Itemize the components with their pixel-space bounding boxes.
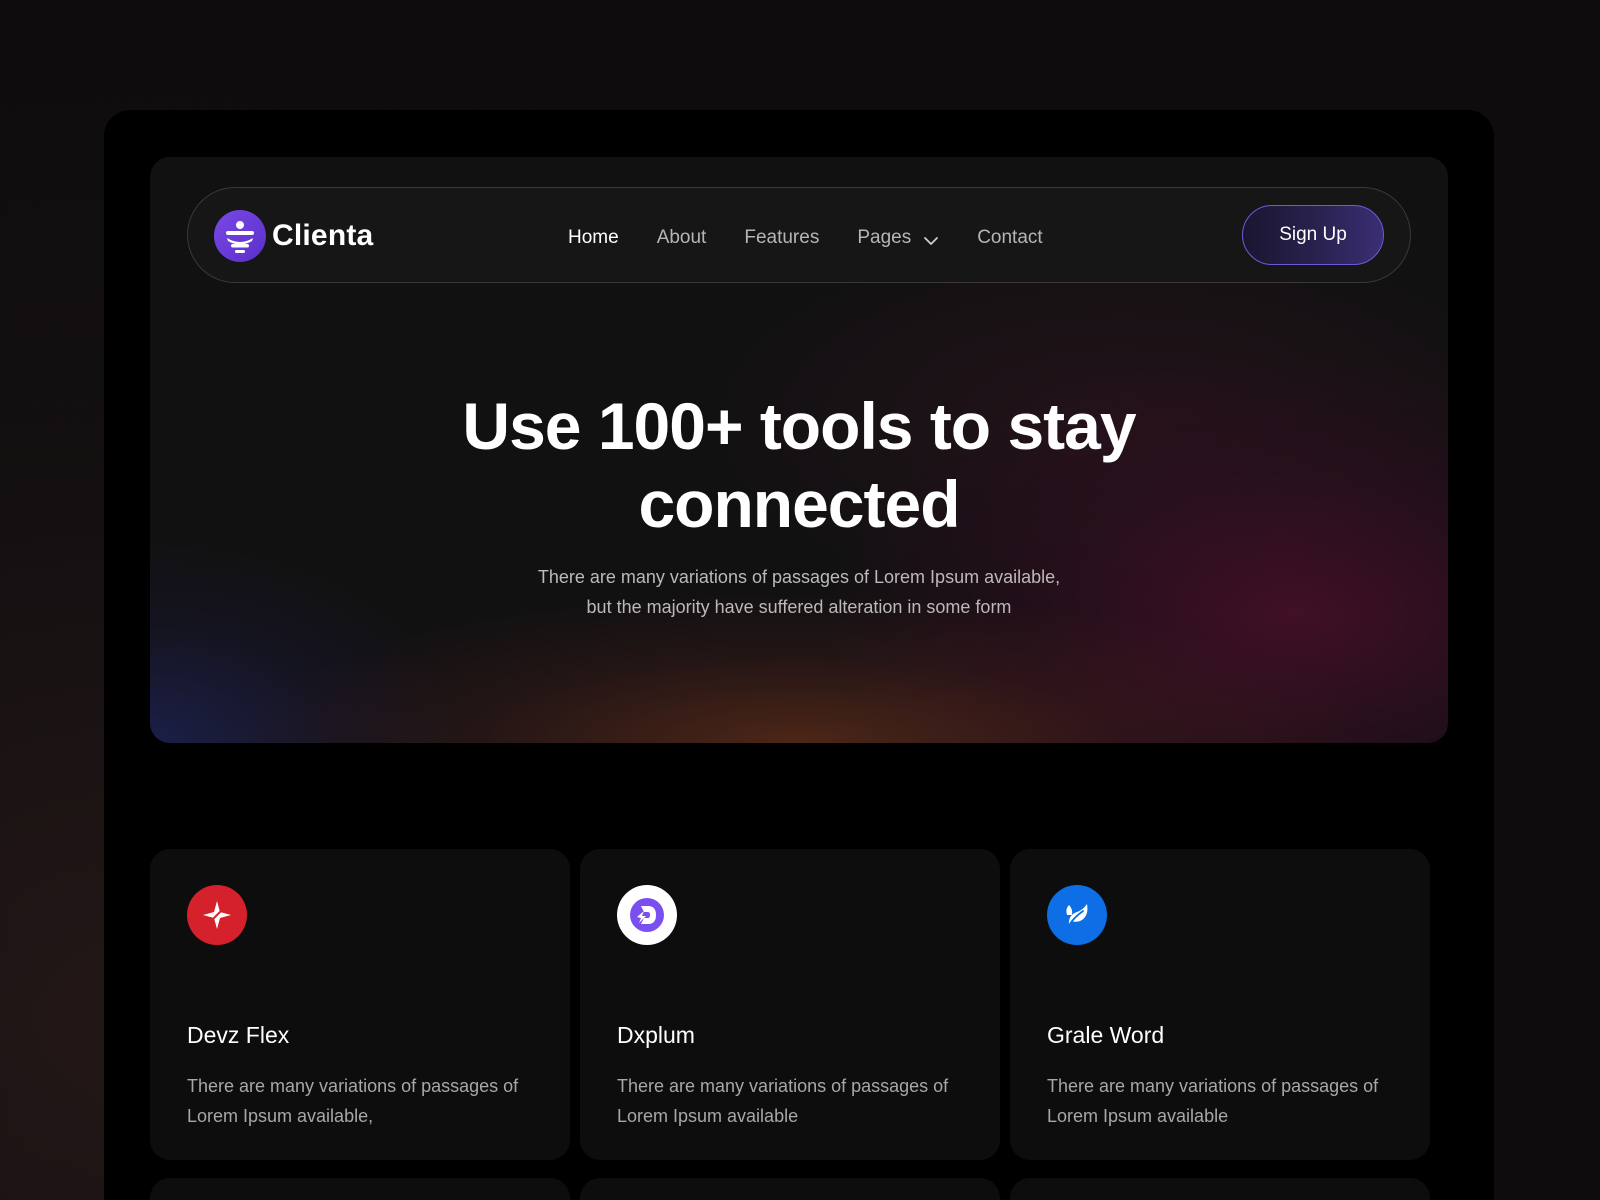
- devz-flex-icon: [187, 885, 247, 945]
- nav-features[interactable]: Features: [744, 227, 819, 249]
- card-description-line-2: Lorem Ipsum available: [617, 1106, 799, 1126]
- brand-name: Clienta: [272, 219, 374, 252]
- page-frame: Clienta Home About Features Pages Contac…: [104, 110, 1494, 1200]
- tool-card-devz-flex[interactable]: Devz Flex There are many variations of p…: [150, 849, 570, 1160]
- card-description-line-2: Lorem Ipsum available: [1047, 1106, 1229, 1126]
- tool-card-partial[interactable]: [150, 1178, 570, 1200]
- dxplum-icon: [617, 885, 677, 945]
- nav-about[interactable]: About: [657, 227, 707, 249]
- nav-pages-label: Pages: [857, 227, 912, 248]
- nav-home[interactable]: Home: [568, 227, 619, 249]
- card-description: There are many variations of passages of…: [617, 1071, 977, 1131]
- card-description-line-1: There are many variations of passages of: [1047, 1076, 1379, 1096]
- hero-title-line-1: Use 100+ tools to stay: [462, 389, 1136, 463]
- card-description-line-1: There are many variations of passages of: [187, 1076, 519, 1096]
- hero-title-line-2: connected: [638, 467, 960, 541]
- hero-section: Clienta Home About Features Pages Contac…: [150, 157, 1448, 743]
- sign-up-button[interactable]: Sign Up: [1242, 205, 1384, 265]
- clienta-logo-icon: [214, 210, 266, 262]
- hero-subtitle-line-2: but the majority have suffered alteratio…: [586, 597, 1012, 617]
- card-description-line-1: There are many variations of passages of: [617, 1076, 949, 1096]
- card-description-line-2: Lorem Ipsum available,: [187, 1106, 374, 1126]
- card-title: Grale Word: [1047, 1022, 1165, 1048]
- grale-word-icon: [1047, 885, 1107, 945]
- card-description: There are many variations of passages of…: [187, 1071, 547, 1131]
- card-title: Dxplum: [617, 1022, 695, 1048]
- tool-card-grale-word[interactable]: Grale Word There are many variations of …: [1010, 849, 1430, 1160]
- hero-subtitle-line-1: There are many variations of passages of…: [537, 567, 1061, 587]
- nav-contact[interactable]: Contact: [977, 227, 1042, 249]
- tool-card-partial[interactable]: [580, 1178, 1000, 1200]
- chevron-down-icon: [923, 230, 939, 252]
- nav-menu: Home About Features Pages Contact: [568, 224, 1081, 252]
- hero-title: Use 100+ tools to stay connected: [150, 387, 1448, 543]
- nav-pages-dropdown[interactable]: Pages: [857, 224, 939, 252]
- card-description: There are many variations of passages of…: [1047, 1071, 1407, 1131]
- hero-subtitle: There are many variations of passages of…: [150, 562, 1448, 622]
- brand-logo[interactable]: Clienta: [214, 210, 373, 262]
- navbar: Clienta Home About Features Pages Contac…: [187, 187, 1411, 283]
- card-title: Devz Flex: [187, 1022, 290, 1048]
- tool-card-partial[interactable]: [1010, 1178, 1430, 1200]
- tool-card-dxplum[interactable]: Dxplum There are many variations of pass…: [580, 849, 1000, 1160]
